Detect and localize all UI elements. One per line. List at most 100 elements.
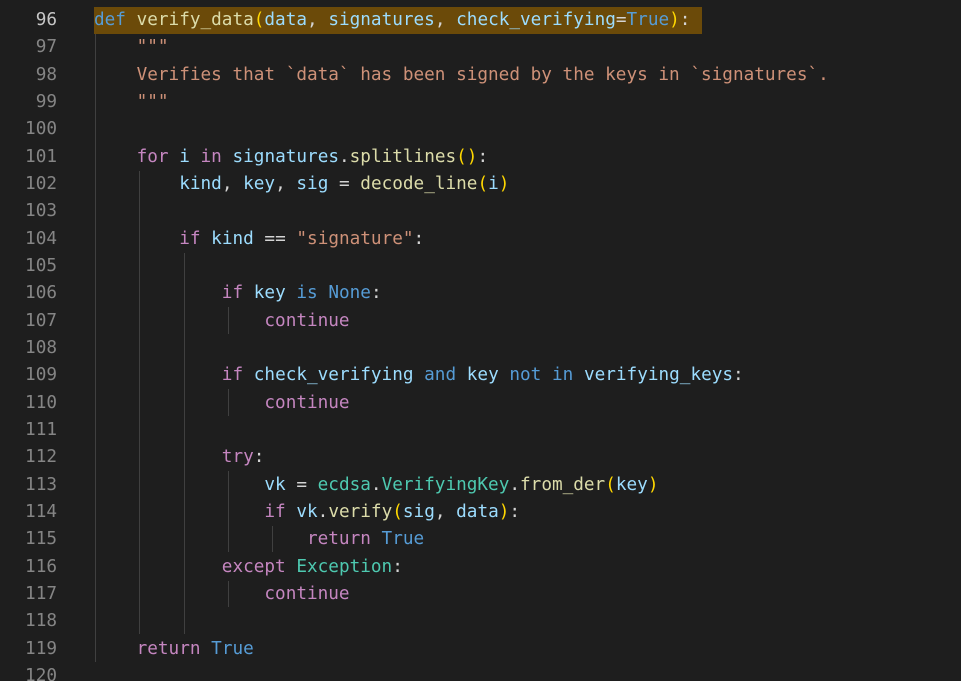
code-line[interactable]: 107 continue xyxy=(0,308,961,335)
code-text[interactable]: if check_verifying and key not in verify… xyxy=(94,362,744,389)
line-number: 110 xyxy=(25,392,57,413)
code-text[interactable]: except Exception: xyxy=(94,554,403,581)
line-number: 96 xyxy=(35,10,57,30)
code-text[interactable]: """ xyxy=(94,89,169,116)
code-line[interactable]: 102 kind, key, sig = decode_line(i) xyxy=(0,171,961,198)
code-line[interactable]: 96 def verify_data(data, signatures, chec… xyxy=(0,7,961,34)
line-number: 105 xyxy=(25,255,57,276)
code-text[interactable]: try: xyxy=(94,444,265,471)
code-token: kind xyxy=(211,228,254,249)
code-line[interactable]: 110 continue xyxy=(0,390,961,417)
code-text[interactable]: if vk.verify(sig, data): xyxy=(94,499,520,526)
code-token: : xyxy=(679,10,691,30)
code-token: key xyxy=(243,173,276,194)
code-token: vk xyxy=(296,501,318,522)
code-line[interactable]: 120 xyxy=(0,663,961,681)
code-text[interactable]: vk = ecdsa.VerifyingKey.from_der(key) xyxy=(94,472,658,499)
code-token: sig xyxy=(402,501,435,522)
code-token: == xyxy=(253,228,297,249)
code-token: : xyxy=(413,228,425,249)
code-text[interactable]: kind, key, sig = decode_line(i) xyxy=(94,171,509,198)
code-token: , xyxy=(275,173,297,194)
code-token: key xyxy=(466,365,499,386)
code-text[interactable]: """ xyxy=(94,34,169,61)
code-line[interactable]: 116 except Exception: xyxy=(0,554,961,581)
code-token: ( xyxy=(477,173,489,194)
code-token: if xyxy=(179,228,201,249)
code-line[interactable]: 98 Verifies that `data` has been signed … xyxy=(0,62,961,89)
code-text[interactable]: Verifies that `data` has been signed by … xyxy=(94,62,829,89)
code-line[interactable]: 106 if key is None: xyxy=(0,280,961,307)
code-line[interactable]: 119 return True xyxy=(0,636,961,663)
code-token: splitlines xyxy=(349,146,457,167)
code-token: key xyxy=(615,474,648,495)
line-number: 100 xyxy=(25,119,57,140)
code-token: continue xyxy=(264,310,350,331)
code-text[interactable]: continue xyxy=(94,390,349,417)
code-line[interactable]: 100 xyxy=(0,116,961,143)
code-token: data xyxy=(264,10,308,30)
code-token: Exception xyxy=(296,556,393,577)
code-token: verify_data xyxy=(136,10,254,30)
line-number: 102 xyxy=(25,173,57,194)
code-line[interactable]: 99 """ xyxy=(0,89,961,116)
code-token: verify xyxy=(328,501,393,522)
code-line[interactable]: 114 if vk.verify(sig, data): xyxy=(0,499,961,526)
code-text[interactable]: continue xyxy=(94,581,349,608)
code-token: True xyxy=(211,638,254,659)
code-token: : xyxy=(509,501,521,522)
code-text[interactable]: for i in signatures.splitlines(): xyxy=(94,144,489,171)
code-text[interactable]: return True xyxy=(94,636,254,663)
code-line[interactable]: 113 vk = ecdsa.VerifyingKey.from_der(key… xyxy=(0,472,961,499)
code-line[interactable]: 97 """ xyxy=(0,34,961,61)
code-token: is xyxy=(296,283,318,304)
code-line[interactable]: 112 try: xyxy=(0,444,961,471)
code-text[interactable]: return True xyxy=(94,526,424,553)
code-token: , xyxy=(221,173,244,194)
code-token: ) xyxy=(647,474,659,495)
code-text[interactable]: def verify_data(data, signatures, check_… xyxy=(94,7,690,34)
code-line[interactable]: 108 xyxy=(0,335,961,362)
code-token: check_verifying xyxy=(253,365,414,386)
line-number: 116 xyxy=(25,556,57,577)
code-line[interactable]: 104 if kind == "signature": xyxy=(0,226,961,253)
code-line[interactable]: 118 xyxy=(0,608,961,635)
code-token: "signature" xyxy=(296,228,414,249)
code-line[interactable]: 117 continue xyxy=(0,581,961,608)
code-line[interactable]: 115 return True xyxy=(0,526,961,553)
code-text[interactable]: if key is None: xyxy=(94,280,382,307)
code-text[interactable]: continue xyxy=(94,308,350,335)
line-number: 118 xyxy=(25,611,57,632)
line-number: 109 xyxy=(25,365,57,386)
line-number: 112 xyxy=(25,447,57,468)
code-token: check_verifying xyxy=(456,10,616,30)
code-token: for xyxy=(136,146,169,167)
code-line[interactable]: 103 xyxy=(0,198,961,225)
code-line[interactable]: 101 for i in signatures.splitlines(): xyxy=(0,144,961,171)
code-token: signatures xyxy=(232,146,340,167)
code-token: True xyxy=(381,529,425,550)
code-line[interactable]: 111 xyxy=(0,417,961,444)
code-line[interactable]: 109 if check_verifying and key not in ve… xyxy=(0,362,961,389)
code-text[interactable]: if kind == "signature": xyxy=(94,226,424,253)
code-token: verifying_keys xyxy=(583,365,734,386)
line-number: 107 xyxy=(25,310,57,331)
code-token: i xyxy=(488,173,499,194)
line-number: 99 xyxy=(35,91,57,112)
code-editor[interactable]: 96 def verify_data(data, signatures, chec… xyxy=(0,0,961,681)
code-line[interactable]: 105 xyxy=(0,253,961,280)
